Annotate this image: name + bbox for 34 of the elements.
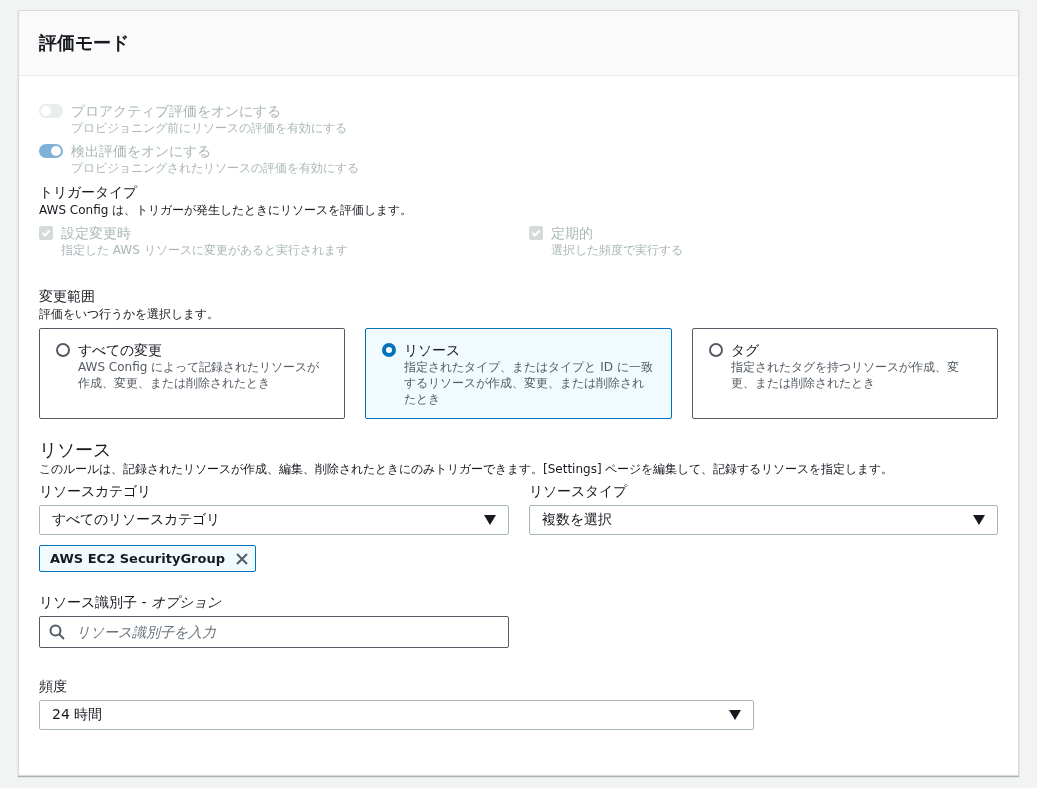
field-label: リソースタイプ [528, 482, 628, 501]
checkbox-label: 定期的 [551, 224, 594, 242]
check-icon [531, 228, 541, 238]
section-description: 評価をいつ行うかを選択します。 [39, 306, 220, 322]
checkbox-label: 設定変更時 [61, 224, 132, 242]
toggle-description: プロビジョニング前にリソースの評価を有効にする [71, 120, 347, 136]
section-label: 変更範囲 [39, 287, 96, 306]
toggle-label: 検出評価をオンにする [71, 142, 212, 160]
select-field[interactable]: 複数を選択 [528, 505, 998, 535]
caret-icon [729, 710, 741, 720]
toggle-label: プロアクティブ評価をオンにする [71, 102, 282, 120]
check-icon [41, 228, 51, 238]
search-icon [49, 624, 65, 640]
caret-icon [483, 515, 496, 525]
caret-icon [973, 515, 985, 525]
section-label: トリガータイプ [39, 183, 139, 202]
select-field[interactable]: すべてのリソースカテゴリ [39, 505, 509, 535]
close-icon[interactable] [234, 551, 249, 566]
radio-tile[interactable]: すべての変更 AWS Config によって記録されたリソースが作成、変更、または削除されたとき [39, 328, 346, 419]
panel-title: 評価モード [39, 31, 129, 55]
field-label: リソースカテゴリ [39, 482, 152, 501]
section-description: AWS Config は、トリガーが発生したときにリソースを評価します。 [39, 202, 414, 218]
field-label: リソース識別子 - オプション [39, 593, 222, 612]
section-description: このルールは、記録されたリソースが作成、編集、削除されたときにのみトリガーできます。[Settings] ページを編集して、記録するリソースを指定します。 [39, 461, 895, 477]
token-label: AWS EC2 SecurityGroup [50, 551, 225, 566]
radio-tile[interactable]: リソース 指定されたタイプ、またはタイプと ID に一致するリソースが作成、変更、または削除されたとき [365, 328, 672, 419]
search-field[interactable]: リソース識別子を入力 [39, 616, 509, 648]
checkbox-description: 指定した AWS リソースに変更があると実行されます [61, 242, 348, 258]
checkbox-description: 選択した頻度で実行する [551, 242, 683, 258]
field-label: 頻度 [39, 677, 68, 696]
radio-tile[interactable]: タグ 指定されたタグを持つリソースが作成、変更、または削除されたとき [691, 328, 998, 419]
toggle-description: プロビジョニングされたリソースの評価を有効にする [71, 160, 359, 176]
section-heading: リソース [39, 439, 112, 461]
select-field[interactable]: 24 時間 [39, 700, 754, 730]
